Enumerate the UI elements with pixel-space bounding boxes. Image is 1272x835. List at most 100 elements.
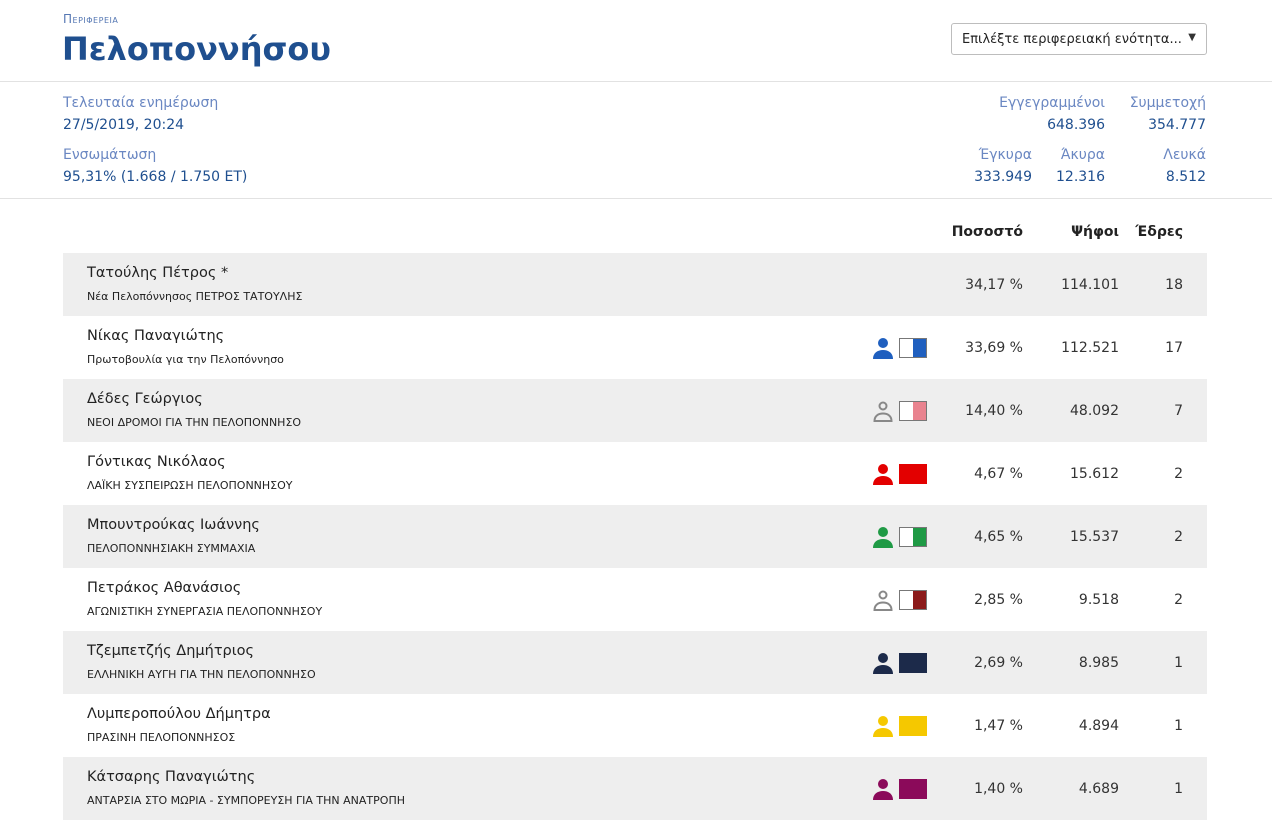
person-icon (873, 590, 893, 611)
candidate-name: Μπουντρούκας Ιωάννης (87, 517, 260, 533)
party-name: ΛΑΪΚΗ ΣΥΣΠΕΙΡΩΣΗ ΠΕΛΟΠΟΝΝΗΣΟΥ (87, 479, 293, 492)
valid-label: Έγκυρα (978, 147, 1032, 163)
party-name: ΠΕΛΟΠΟΝΝΗΣΙΑΚΗ ΣΥΜΜΑΧΙΑ (87, 542, 256, 555)
registered-label: Εγγεγραμμένοι (999, 95, 1105, 111)
vote-percentage: 4,67 % (974, 466, 1023, 482)
turnout-value: 354.777 (1148, 117, 1206, 133)
seat-count: 1 (1174, 655, 1183, 671)
vote-count: 15.612 (1070, 466, 1119, 482)
vote-count: 114.101 (1061, 277, 1119, 293)
person-icon (873, 401, 893, 422)
party-color-fill (913, 528, 926, 546)
party-color-fill (899, 716, 927, 736)
invalid-value: 12.316 (1056, 169, 1105, 185)
table-row[interactable]: Μπουντρούκας Ιωάννης ΠΕΛΟΠΟΝΝΗΣΙΑΚΗ ΣΥΜΜΑ… (63, 505, 1207, 568)
person-icon (873, 779, 893, 800)
vote-count: 9.518 (1078, 592, 1119, 608)
vote-count: 4.689 (1078, 781, 1119, 797)
integration-value: 95,31% (1.668 / 1.750 ΕΤ) (63, 169, 248, 185)
party-color-swatch (899, 653, 927, 673)
person-icon (873, 653, 893, 674)
seat-count: 1 (1174, 718, 1183, 734)
table-row[interactable]: Τατούλης Πέτρος * Νέα Πελοπόννησος ΠΕΤΡΟΣ… (63, 253, 1207, 316)
vote-count: 48.092 (1070, 403, 1119, 419)
vote-count: 4.894 (1078, 718, 1119, 734)
party-name: ΝΕΟΙ ΔΡΟΜΟΙ ΓΙΑ ΤΗΝ ΠΕΛΟΠΟΝΝΗΣΟ (87, 416, 302, 429)
party-color-swatch (899, 527, 927, 547)
vote-percentage: 1,47 % (974, 718, 1023, 734)
invalid-label: Άκυρα (1060, 147, 1105, 163)
seat-count: 7 (1174, 403, 1183, 419)
turnout-label: Συμμετοχή (1129, 95, 1206, 111)
table-row[interactable]: Τζεμπετζής Δημήτριος ΕΛΛΗΝΙΚΗ ΑΥΓΗ ΓΙΑ ΤΗ… (63, 631, 1207, 694)
seat-count: 2 (1174, 529, 1183, 545)
table-row[interactable]: Δέδες Γεώργιος ΝΕΟΙ ΔΡΟΜΟΙ ΓΙΑ ΤΗΝ ΠΕΛΟΠΟ… (63, 379, 1207, 442)
seat-count: 17 (1165, 340, 1183, 356)
vote-percentage: 34,17 % (965, 277, 1023, 293)
column-header-votes: Ψήφοι (1071, 224, 1119, 240)
person-icon (873, 338, 893, 359)
party-name: ΑΝΤΑΡΣΙΑ ΣΤΟ ΜΩΡΙΑ - ΣΥΜΠΟΡΕΥΣΗ ΓΙΑ ΤΗΝ … (87, 794, 405, 807)
person-icon (873, 464, 893, 485)
candidate-name: Πετράκος Αθανάσιος (87, 580, 242, 596)
table-row[interactable]: Νίκας Παναγιώτης Πρωτοβουλία για την Πελο… (63, 316, 1207, 379)
vote-percentage: 1,40 % (974, 781, 1023, 797)
table-row[interactable]: Πετράκος Αθανάσιος ΑΓΩΝΙΣΤΙΚΗ ΣΥΝΕΡΓΑΣΙΑ … (63, 568, 1207, 631)
vote-percentage: 2,69 % (974, 655, 1023, 671)
updated-value: 27/5/2019, 20:24 (63, 117, 185, 133)
registered-value: 648.396 (1047, 117, 1105, 133)
table-row[interactable]: Λυμπεροπούλου Δήμητρα ΠΡΑΣΙΝΗ ΠΕΛΟΠΟΝΝΗΣΟ… (63, 694, 1207, 757)
candidate-name: Τζεμπετζής Δημήτριος (87, 643, 255, 659)
party-color-fill (899, 779, 927, 799)
region-label: Περιφερεια (63, 12, 119, 26)
person-icon (873, 527, 893, 548)
select-placeholder: Επιλέξτε περιφερειακή ενότητα... (962, 32, 1182, 47)
party-color-fill (899, 653, 927, 673)
candidate-name: Τατούλης Πέτρος * (87, 265, 229, 281)
party-name: ΕΛΛΗΝΙΚΗ ΑΥΓΗ ΓΙΑ ΤΗΝ ΠΕΛΟΠΟΝΝΗΣΟ (87, 668, 316, 681)
blank-value: 8.512 (1165, 169, 1206, 185)
party-color-fill (913, 339, 926, 357)
candidate-name: Νίκας Παναγιώτης (87, 328, 225, 344)
party-color-fill (913, 402, 926, 420)
party-name: ΑΓΩΝΙΣΤΙΚΗ ΣΥΝΕΡΓΑΣΙΑ ΠΕΛΟΠΟΝΝΗΣΟΥ (87, 605, 323, 618)
page-title: Πελοποννήσου (62, 30, 332, 68)
table-row[interactable]: Κάτσαρης Παναγιώτης ΑΝΤΑΡΣΙΑ ΣΤΟ ΜΩΡΙΑ - … (63, 757, 1207, 820)
chevron-down-icon: ▼ (1188, 32, 1196, 43)
vote-count: 112.521 (1061, 340, 1119, 356)
regional-unit-select[interactable]: Επιλέξτε περιφερειακή ενότητα... ▼ (951, 23, 1207, 55)
party-name: ΠΡΑΣΙΝΗ ΠΕΛΟΠΟΝΝΗΣΟΣ (87, 731, 236, 744)
candidate-name: Δέδες Γεώργιος (87, 391, 203, 407)
candidate-name: Κάτσαρης Παναγιώτης (87, 769, 256, 785)
seat-count: 2 (1174, 592, 1183, 608)
updated-label: Τελευταία ενημέρωση (63, 95, 219, 111)
vote-percentage: 14,40 % (965, 403, 1023, 419)
column-header-percentage: Ποσοστό (951, 224, 1023, 240)
party-color-fill (899, 464, 927, 484)
seat-count: 2 (1174, 466, 1183, 482)
column-header-seats: Έδρες (1135, 224, 1183, 240)
table-row[interactable]: Γόντικας Νικόλαος ΛΑΪΚΗ ΣΥΣΠΕΙΡΩΣΗ ΠΕΛΟΠΟ… (63, 442, 1207, 505)
vote-count: 8.985 (1078, 655, 1119, 671)
party-color-swatch (899, 338, 927, 358)
party-color-swatch (899, 401, 927, 421)
candidate-name: Λυμπεροπούλου Δήμητρα (87, 706, 271, 722)
vote-percentage: 33,69 % (965, 340, 1023, 356)
blank-label: Λευκά (1163, 147, 1206, 163)
vote-count: 15.537 (1070, 529, 1119, 545)
seat-count: 18 (1165, 277, 1183, 293)
vote-percentage: 2,85 % (974, 592, 1023, 608)
candidate-name: Γόντικας Νικόλαος (87, 454, 226, 470)
party-color-swatch (899, 590, 927, 610)
party-name: Πρωτοβουλία για την Πελοπόννησο (87, 353, 284, 366)
valid-value: 333.949 (974, 169, 1032, 185)
party-color-swatch (899, 779, 927, 799)
party-color-swatch (899, 464, 927, 484)
seat-count: 1 (1174, 781, 1183, 797)
party-color-swatch (899, 716, 927, 736)
integration-label: Ενσωμάτωση (63, 147, 157, 163)
vote-percentage: 4,65 % (974, 529, 1023, 545)
person-icon (873, 716, 893, 737)
summary-panel: Τελευταία ενημέρωση 27/5/2019, 20:24 Ενσ… (0, 82, 1272, 199)
party-color-fill (913, 591, 926, 609)
